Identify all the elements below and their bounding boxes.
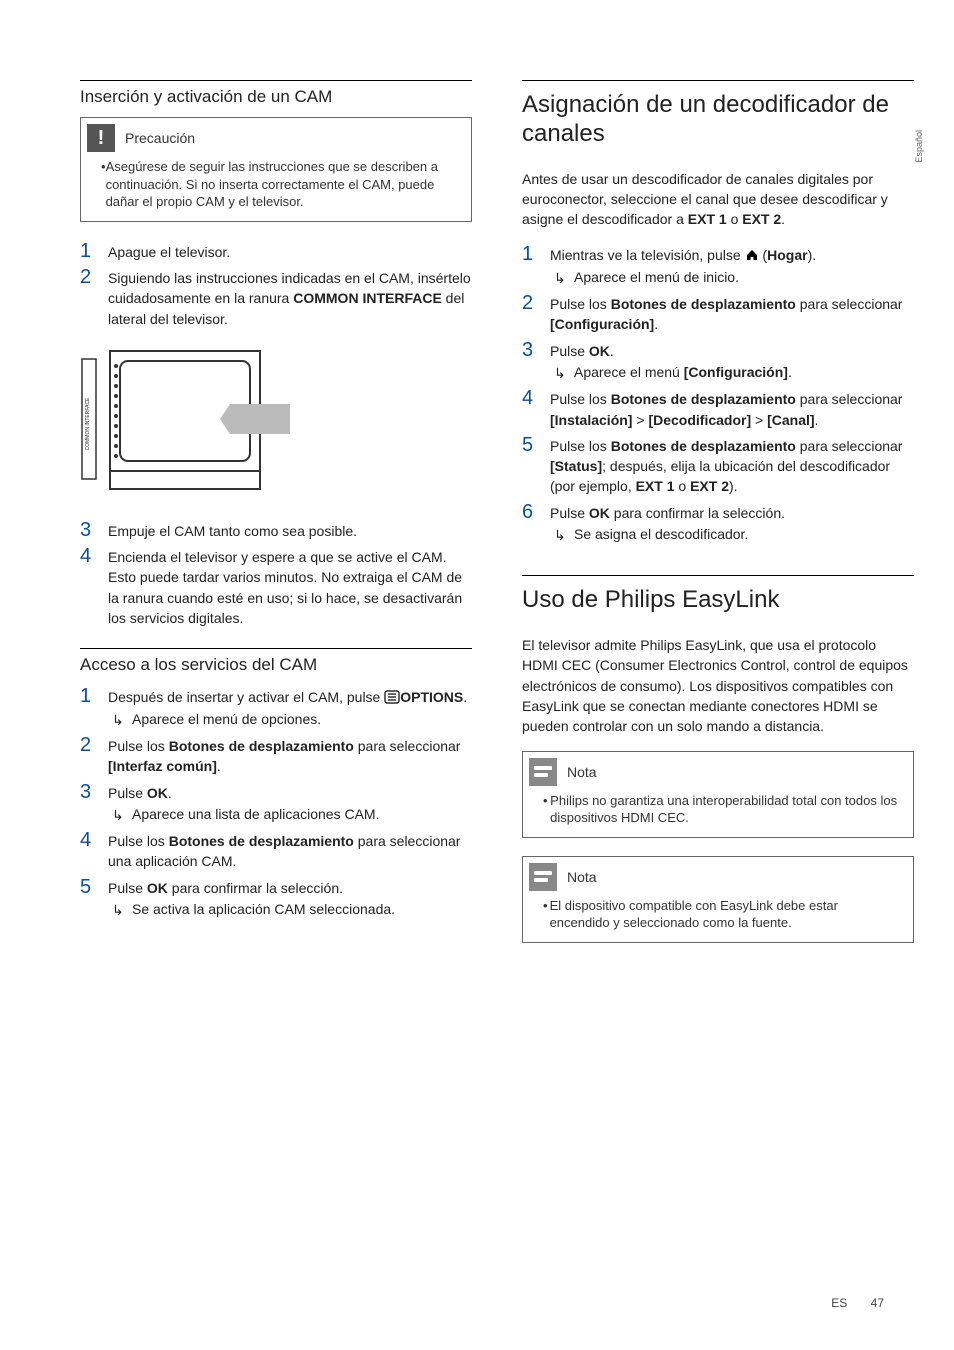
step-text: Pulse OK para confirmar la selección.↳Se… (550, 501, 785, 546)
left-heading-1: Inserción y activación de un CAM (80, 87, 472, 107)
right-intro: Antes de usar un descodificador de canal… (522, 169, 914, 230)
step-text: Pulse los Botones de desplazamiento para… (550, 292, 914, 335)
left-column: Inserción y activación de un CAM ! Preca… (80, 80, 472, 961)
caution-title: Precaución (125, 130, 195, 146)
step-text: Pulse OK para confirmar la selección.↳Se… (108, 876, 395, 921)
steps-a: 1Apague el televisor.2Siguiendo las inst… (80, 240, 472, 329)
note-icon (529, 863, 557, 891)
note-2-text: El dispositivo compatible con EasyLink d… (550, 897, 901, 932)
step-text: Pulse los Botones de desplazamiento para… (108, 829, 472, 872)
step-text: Pulse los Botones de desplazamiento para… (550, 434, 914, 497)
left-heading-2: Acceso a los servicios del CAM (80, 655, 472, 675)
step-text: Empuje el CAM tanto como sea posible. (108, 519, 357, 541)
step-text: Pulse OK.↳Aparece el menú [Configuración… (550, 339, 792, 384)
language-tab: Español (914, 130, 924, 163)
footer-page: 47 (871, 1296, 884, 1310)
note-title-1: Nota (567, 764, 597, 780)
step-text: Pulse los Botones de desplazamiento para… (108, 734, 472, 777)
common-interface-figure: COMMON INTERFACE (80, 349, 472, 499)
step-text: Pulse OK.↳Aparece una lista de aplicacio… (108, 781, 379, 826)
right-column: Asignación de un decodificador de canale… (522, 80, 914, 961)
note-box-2: Nota •El dispositivo compatible con Easy… (522, 856, 914, 943)
step-text: Apague el televisor. (108, 240, 230, 262)
step-text: Encienda el televisor y espere a que se … (108, 545, 472, 628)
caution-text: Asegúrese de seguir las instrucciones qu… (106, 158, 459, 211)
note-box-1: Nota •Philips no garantiza una interoper… (522, 751, 914, 838)
footer-lang: ES (831, 1296, 847, 1310)
steps-c: 1Después de insertar y activar el CAM, p… (80, 685, 472, 920)
steps-b: 3Empuje el CAM tanto como sea posible.4E… (80, 519, 472, 628)
caution-icon: ! (87, 124, 115, 152)
figure-slot-label: COMMON INTERFACE (85, 397, 91, 450)
step-text: Pulse los Botones de desplazamiento para… (550, 387, 914, 430)
step-text: Mientras ve la televisión, pulse (Hogar)… (550, 243, 816, 288)
step-text: Siguiendo las instrucciones indicadas en… (108, 266, 472, 329)
note-title-2: Nota (567, 869, 597, 885)
right-heading-2: Uso de Philips EasyLink (522, 586, 914, 615)
note-1-text: Philips no garantiza una interoperabilid… (550, 792, 901, 827)
steps-right: 1Mientras ve la televisión, pulse (Hogar… (522, 243, 914, 545)
right-heading-1: Asignación de un decodificador de canale… (522, 91, 914, 149)
step-text: Después de insertar y activar el CAM, pu… (108, 685, 467, 730)
note-icon (529, 758, 557, 786)
page-footer: ES 47 (831, 1296, 884, 1310)
easylink-para: El televisor admite Philips EasyLink, qu… (522, 635, 914, 736)
caution-box: ! Precaución •Asegúrese de seguir las in… (80, 117, 472, 222)
